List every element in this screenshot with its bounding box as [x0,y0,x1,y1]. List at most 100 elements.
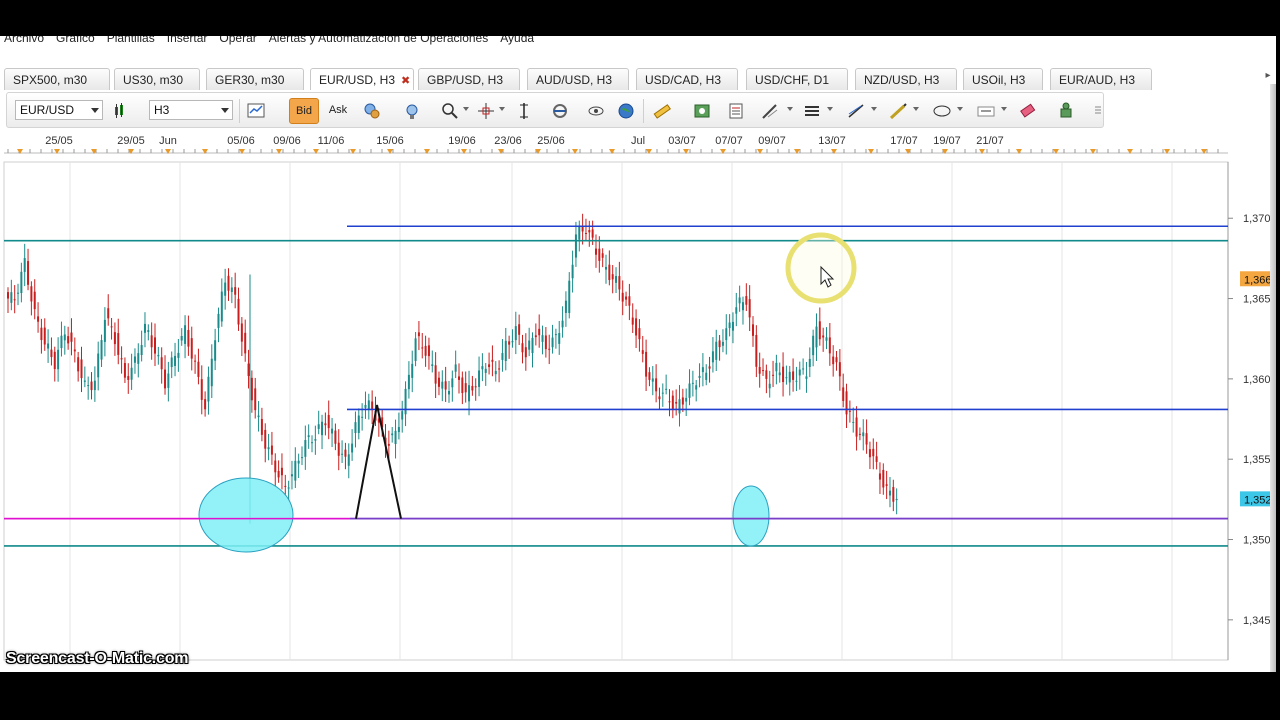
candle-body [40,327,43,341]
pencil-icon[interactable] [885,98,911,124]
candle-body [825,337,828,341]
candle-body [628,296,631,306]
tab-usd-cad-h3[interactable]: USD/CAD, H3 [636,68,738,90]
menu-item-5[interactable]: Alertas y Automatización de Operaciones [269,36,488,45]
candle-body [127,376,130,380]
candle-body [862,432,865,437]
candle-body [584,233,587,235]
candle-body [591,229,594,238]
scroll-icon[interactable] [547,98,573,124]
chevron-down-icon[interactable] [871,107,877,111]
candle-body [280,467,283,476]
menu-item-6[interactable]: Ayuda [500,36,534,45]
chevron-down-icon[interactable] [913,107,919,111]
candle-body [50,349,53,358]
vertical-scrollbar[interactable] [1270,84,1276,672]
candle-body [888,490,891,496]
lines-icon[interactable] [799,98,825,124]
ask-button[interactable]: Ask [323,98,353,124]
tab-close-icon[interactable]: ✖ [401,75,410,87]
tab-nzd-usd-h3[interactable]: NZD/USD, H3 [855,68,957,90]
tab-eur-usd-h3[interactable]: EUR/USD, H3 ✖ [310,68,414,90]
candle-body [244,332,247,354]
chevron-down-icon[interactable] [787,107,793,111]
candle-body [220,291,223,322]
eraser-icon[interactable] [1015,98,1041,124]
candle-body [561,320,564,328]
tab-gbp-usd-h3[interactable]: GBP/USD, H3 [418,68,520,90]
candle-body [47,343,50,349]
candle-body [317,424,320,429]
candle-body [404,388,407,415]
candle-body [685,397,688,402]
trading-app-window: 25/05 29/05 Jun 05/06 09/06 11/06 15/06 19/06 23… [0,36,1276,672]
trendline-icon[interactable] [843,98,869,124]
candle-body [454,364,457,372]
candle-body [204,399,207,410]
candle-body [451,378,454,388]
cursor-icon[interactable] [511,98,537,124]
chart-type-icon[interactable] [109,98,135,124]
drawing-tools-icon[interactable] [757,98,783,124]
chevron-down-icon[interactable] [499,107,505,111]
plot-area[interactable] [3,161,1229,661]
crosshair-icon[interactable] [473,98,499,124]
highlight-ellipse[interactable] [198,477,294,553]
menu-item-4[interactable]: Operar [219,36,256,45]
candle-body [431,364,434,367]
tab-aud-usd-h3[interactable]: AUD/USD, H3 [527,68,629,90]
menu-bar: Archivo Gráfico Plantillas Insertar Operar Al… [0,36,1276,50]
candle-body [828,337,831,354]
text-label-icon[interactable] [973,98,999,124]
chevron-down-icon[interactable] [1001,107,1007,111]
x-tick-label: 29/05 [117,135,145,147]
toolbar-options-icon[interactable] [1085,98,1111,124]
tab-us30-m30[interactable]: US30, m30 [114,68,200,90]
tab-label: GER30, m30 [215,73,285,87]
ruler-icon[interactable] [649,98,675,124]
menu-item-0[interactable]: Archivo [4,36,44,45]
ellipse-icon[interactable] [929,98,955,124]
menu-item-2[interactable]: Plantillas [107,36,155,45]
menu-item-1[interactable]: Gráfico [56,36,95,45]
globe-icon[interactable] [613,98,639,124]
tab-ger30-m30[interactable]: GER30, m30 [206,68,304,90]
menu-item-3[interactable]: Insertar [167,36,208,45]
timeframe-select[interactable]: H3 [149,100,233,120]
candle-body [421,347,424,349]
indicator-add-icon[interactable] [359,98,385,124]
tab-usd-chf-d1[interactable]: USD/CHF, D1 [746,68,848,90]
symbol-select[interactable]: EUR/USD [15,100,103,120]
candle-body [110,326,113,328]
bid-button[interactable]: Bid [289,98,319,124]
tab-usoil-h3[interactable]: USOil, H3 [963,68,1043,90]
highlight-ellipse[interactable] [732,485,770,547]
tab-eur-aud-h3[interactable]: EUR/AUD, H3 [1050,68,1152,90]
eye-icon[interactable] [583,98,609,124]
candle-body [865,433,868,445]
chart-settings-icon[interactable] [243,98,269,124]
candle-body [140,345,143,356]
chevron-down-icon[interactable] [463,107,469,111]
candle-body [818,321,821,340]
price-chart[interactable]: 25/05 29/05 Jun 05/06 09/06 11/06 15/06 19/06 23… [0,36,1276,672]
candle-body [80,359,83,379]
candle-body [878,473,881,480]
x-tick-label: 07/07 [715,135,743,147]
tab-spx500-m30[interactable]: SPX500, m30 [4,68,110,90]
print-icon[interactable] [723,98,749,124]
candle-body [728,322,731,329]
chevron-down-icon[interactable] [957,107,963,111]
candle-body [331,428,334,434]
oscillator-icon[interactable] [399,98,425,124]
candle-body [254,388,257,411]
zoom-icon[interactable] [437,98,463,124]
screenshot-icon[interactable] [689,98,715,124]
robot-icon[interactable] [1053,98,1079,124]
candle-body [63,334,66,341]
candle-body [731,321,734,331]
candle-body [648,372,651,380]
candle-body [548,348,551,350]
candle-body [691,382,694,384]
chevron-down-icon[interactable] [827,107,833,111]
